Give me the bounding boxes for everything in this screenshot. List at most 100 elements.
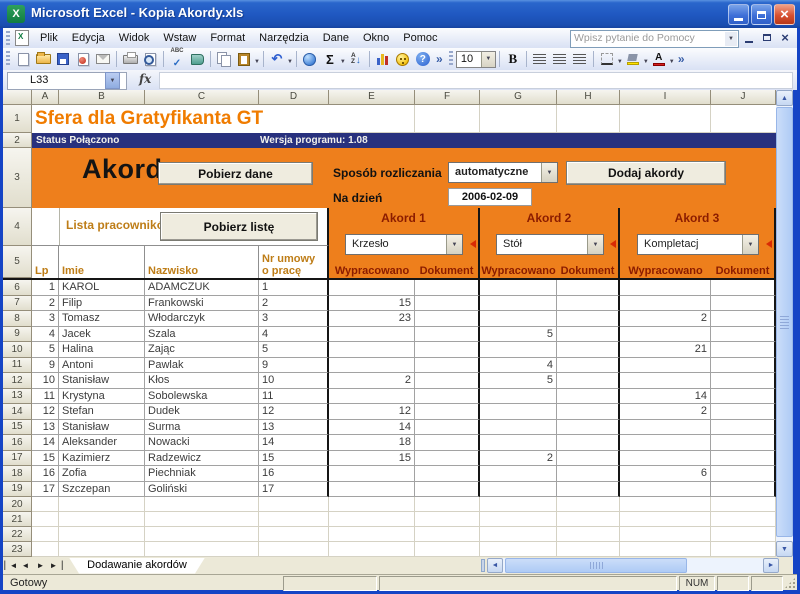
toolbar-options-chevron[interactable] [675, 52, 688, 66]
cell[interactable]: Halina [59, 342, 145, 358]
cell[interactable] [557, 512, 620, 527]
next-sheet-icon[interactable] [33, 558, 48, 573]
cell[interactable] [329, 389, 415, 405]
cell[interactable]: Krystyna [59, 389, 145, 405]
cell[interactable] [415, 327, 480, 343]
cell[interactable] [711, 482, 776, 498]
cell[interactable] [480, 512, 557, 527]
cell[interactable] [59, 527, 145, 542]
cell[interactable] [415, 482, 480, 498]
undo-icon[interactable] [267, 50, 287, 68]
sort-ascending-icon[interactable]: AZ [346, 50, 366, 68]
cell[interactable] [59, 542, 145, 557]
cell[interactable]: Jacek [59, 327, 145, 343]
first-sheet-icon[interactable] [3, 558, 18, 573]
fetch-list-button[interactable]: Pobierz listę [160, 212, 318, 241]
align-center-icon[interactable] [550, 50, 570, 68]
column-header-G[interactable]: G [480, 90, 557, 105]
cell[interactable] [415, 420, 480, 436]
cell[interactable] [480, 482, 557, 498]
cell[interactable]: 9 [259, 358, 329, 374]
cell[interactable]: 2 [259, 296, 329, 312]
row-header[interactable]: 16 [3, 435, 32, 451]
cell[interactable] [32, 542, 59, 557]
cell[interactable] [415, 389, 480, 405]
column-header-E[interactable]: E [329, 90, 415, 105]
cell[interactable] [711, 466, 776, 482]
cell[interactable]: 15 [259, 451, 329, 467]
toolbar-drag-handle[interactable] [449, 51, 453, 66]
cell[interactable]: Szala [145, 327, 259, 343]
cell[interactable] [415, 280, 480, 296]
cell[interactable]: Kazimierz [59, 451, 145, 467]
cell[interactable]: 5 [480, 373, 557, 389]
row-header[interactable]: 7 [3, 296, 32, 312]
cell[interactable]: 12 [32, 404, 59, 420]
cell[interactable] [480, 404, 557, 420]
cell[interactable] [557, 404, 620, 420]
toolbar-options-chevron[interactable] [433, 52, 446, 66]
cell[interactable]: 4 [480, 358, 557, 374]
cell[interactable] [557, 373, 620, 389]
cell[interactable] [480, 105, 557, 133]
cell[interactable]: KAROL [59, 280, 145, 296]
spelling-icon[interactable]: ABC [167, 50, 187, 68]
cell[interactable] [620, 527, 711, 542]
cell[interactable]: 11 [259, 389, 329, 405]
cell[interactable]: Frankowski [145, 296, 259, 312]
horizontal-scroll-thumb[interactable] [505, 558, 687, 573]
cell[interactable]: Stefan [59, 404, 145, 420]
menu-wstaw[interactable]: Wstaw [156, 30, 203, 46]
print-icon[interactable] [120, 50, 140, 68]
row-header[interactable]: 17 [3, 451, 32, 467]
cell[interactable]: Zając [145, 342, 259, 358]
cell[interactable] [145, 542, 259, 557]
cell[interactable]: 17 [259, 482, 329, 498]
cell[interactable] [711, 342, 776, 358]
align-right-icon[interactable] [570, 50, 590, 68]
cell[interactable] [415, 542, 480, 557]
cell[interactable]: 16 [259, 466, 329, 482]
row-header[interactable]: 2 [3, 133, 32, 148]
cell[interactable] [480, 311, 557, 327]
menu-widok[interactable]: Widok [112, 30, 157, 46]
cell[interactable] [415, 105, 480, 133]
cell[interactable]: 12 [259, 404, 329, 420]
cell[interactable]: 2 [32, 296, 59, 312]
cell[interactable]: 17 [32, 482, 59, 498]
paste-icon[interactable] [234, 50, 254, 68]
align-left-icon[interactable] [530, 50, 550, 68]
help-question-box[interactable]: Wpisz pytanie do Pomocy [570, 30, 739, 48]
cell[interactable] [415, 435, 480, 451]
hyperlink-icon[interactable] [300, 50, 320, 68]
cell[interactable] [557, 358, 620, 374]
menu-pomoc[interactable]: Pomoc [396, 30, 444, 46]
cell[interactable] [415, 358, 480, 374]
cell[interactable] [620, 482, 711, 498]
open-folder-icon[interactable] [33, 50, 53, 68]
horizontal-scrollbar[interactable] [487, 558, 779, 573]
row-header[interactable]: 21 [3, 512, 32, 527]
row-header[interactable]: 8 [3, 311, 32, 327]
cell[interactable] [711, 542, 776, 557]
cell[interactable] [620, 327, 711, 343]
fetch-data-button[interactable]: Pobierz dane [158, 162, 313, 185]
chart-wizard-icon[interactable] [373, 50, 393, 68]
row-header[interactable]: 15 [3, 420, 32, 436]
workbook-restore-button[interactable] [761, 31, 773, 44]
cell[interactable] [557, 296, 620, 312]
cell[interactable]: Stanisław [59, 373, 145, 389]
cell[interactable]: 16 [32, 466, 59, 482]
cell[interactable] [711, 327, 776, 343]
save-icon[interactable] [53, 50, 73, 68]
menu-dane[interactable]: Dane [316, 30, 356, 46]
cell[interactable] [711, 311, 776, 327]
cell[interactable]: 23 [329, 311, 415, 327]
column-header-D[interactable]: D [259, 90, 329, 105]
cell[interactable]: 5 [32, 342, 59, 358]
autosum-icon[interactable] [320, 50, 340, 68]
cell[interactable]: Tomasz [59, 311, 145, 327]
cell[interactable] [620, 373, 711, 389]
font-size-combo[interactable]: 10 [456, 51, 496, 68]
undo-dropdown-icon[interactable] [287, 50, 293, 68]
